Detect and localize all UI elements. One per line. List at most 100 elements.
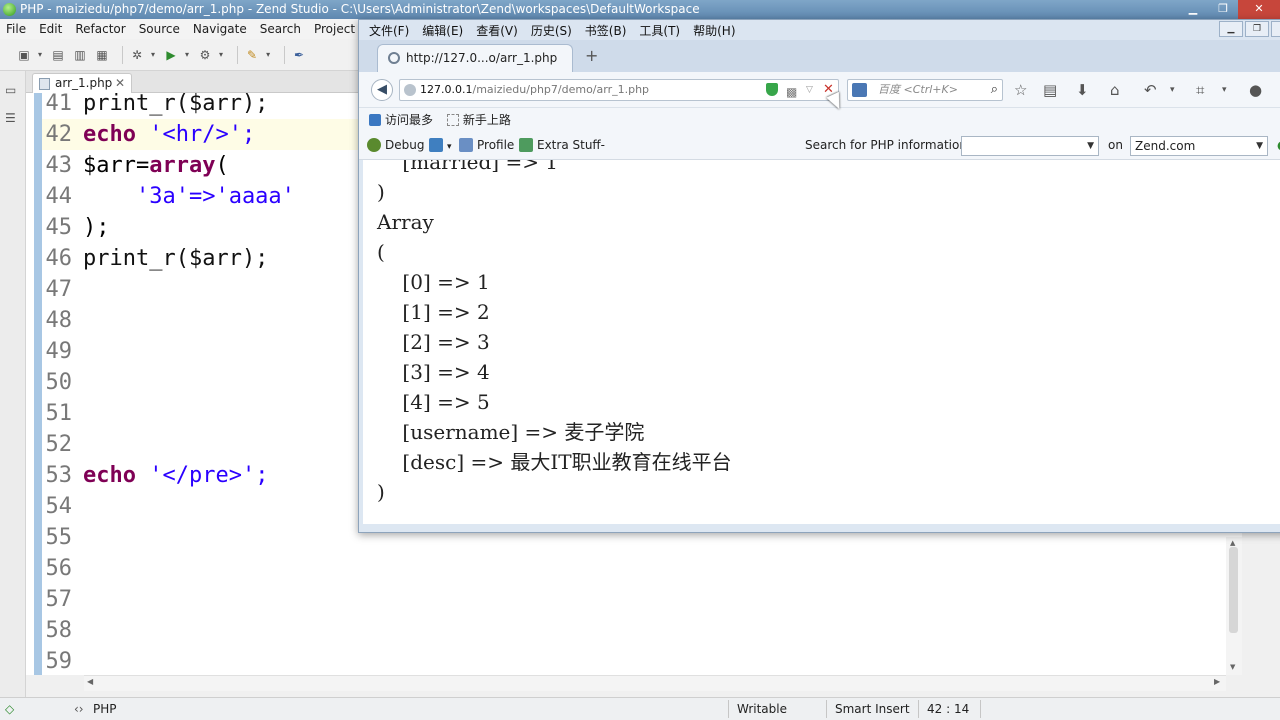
menu-navigate[interactable]: Navigate (193, 22, 247, 36)
scroll-right-icon[interactable]: ▶ (1214, 677, 1220, 686)
undo-icon[interactable]: ↶ (1144, 81, 1157, 99)
menu-source[interactable]: Source (139, 22, 180, 36)
browser-close-icon[interactable]: ✕ (1271, 21, 1280, 37)
search-placeholder: 百度 <Ctrl+K> (878, 83, 958, 96)
status-insert-mode: Smart Insert (835, 702, 910, 716)
save-icon[interactable]: ▤ (50, 47, 66, 63)
toolbar-separator (122, 45, 124, 64)
browser-menu-view[interactable]: 查看(V) (476, 22, 518, 39)
tab-close-icon[interactable]: ✕ (115, 74, 125, 93)
search-site-select[interactable]: Zend.com ▼ (1130, 136, 1268, 156)
browser-menu-history[interactable]: 历史(S) (531, 22, 572, 39)
zend-extra-label: Extra Stuff- (537, 138, 606, 152)
site-info-icon[interactable] (404, 84, 416, 96)
code-line[interactable]: 58 (42, 615, 1242, 646)
chat-icon[interactable]: ● (1249, 81, 1262, 99)
debug-icon[interactable]: ✲ (129, 47, 145, 63)
status-breadcrumb[interactable]: PHP (93, 698, 117, 720)
restore-view-icon[interactable]: ▭ (5, 83, 21, 99)
menu-project[interactable]: Project (314, 22, 355, 36)
zend-debug-button[interactable]: Debug (367, 132, 424, 159)
minimize-icon[interactable]: ▁ (1178, 0, 1208, 19)
code-line[interactable]: 57 (42, 584, 1242, 615)
new-tab-icon[interactable]: + (585, 46, 598, 65)
scroll-down-icon[interactable]: ▼ (1230, 663, 1235, 671)
menu-search[interactable]: Search (260, 22, 301, 36)
chevron-down-icon[interactable]: ▼ (1256, 137, 1263, 155)
browser-tab-active[interactable]: http://127.0...o/arr_1.php (377, 44, 573, 72)
browser-maximize-icon[interactable]: ❐ (1245, 21, 1269, 37)
code-token: print_r($arr); (83, 93, 269, 116)
editor-vertical-scrollbar[interactable]: ▲ ▼ (1226, 537, 1242, 675)
home-icon[interactable]: ⌂ (1110, 81, 1120, 99)
zend-extra-button[interactable]: Extra Stuff- (519, 132, 605, 159)
print-icon[interactable]: ▦ (94, 47, 110, 63)
new-file-icon[interactable]: ▣ (16, 47, 32, 63)
code-line[interactable]: 59 (42, 646, 1242, 675)
chevron-down-icon[interactable]: ▼ (1087, 137, 1094, 155)
qr-code-icon[interactable]: ▩ (786, 82, 797, 102)
browser-menu-bookmarks[interactable]: 书签(B) (585, 22, 627, 39)
zend-profile-label: Profile (477, 138, 515, 152)
security-shield-icon[interactable] (766, 83, 778, 96)
browser-menu-file[interactable]: 文件(F) (369, 22, 409, 39)
debug-dropdown-icon[interactable]: ▾ (151, 50, 155, 59)
code-token: $arr= (83, 153, 150, 178)
url-dropdown-icon[interactable]: ▽ (806, 80, 813, 100)
browser-menu-tools[interactable]: 工具(T) (639, 22, 680, 39)
browser-menu-edit[interactable]: 编辑(E) (422, 22, 463, 39)
editor-horizontal-scrollbar[interactable]: ◀ ▶ (84, 675, 1226, 691)
bookmark-getting-started[interactable]: 新手上路 (463, 113, 511, 127)
undo-dropdown-icon[interactable]: ▾ (1170, 85, 1175, 95)
search-box[interactable]: 百度 <Ctrl+K> ⌕ (847, 79, 1003, 101)
status-separator (918, 700, 919, 718)
scroll-up-icon[interactable]: ▲ (1230, 539, 1235, 547)
ide-left-trim: ▭ ☰ (0, 71, 26, 697)
brush-dropdown-icon[interactable]: ▾ (266, 50, 270, 59)
run-dropdown-icon[interactable]: ▾ (185, 50, 189, 59)
bookmarks-list-icon[interactable]: ▤ (1043, 81, 1057, 99)
output-line: ) (377, 180, 385, 204)
menu-file[interactable]: File (6, 22, 26, 36)
run-icon[interactable]: ▶ (163, 47, 179, 63)
output-line: [desc] => 最大IT职业教育在线平台 (377, 450, 732, 474)
download-icon[interactable]: ⬇ (1076, 81, 1089, 99)
zend-page-dropdown-icon[interactable]: ▾ (447, 142, 452, 152)
maximize-icon[interactable]: ❐ (1208, 0, 1238, 19)
menu-edit[interactable]: Edit (39, 22, 62, 36)
back-arrow-icon[interactable]: ◀ (371, 79, 393, 101)
browser-window: 文件(F) 编辑(E) 查看(V) 历史(S) 书签(B) 工具(T) 帮助(H… (358, 19, 1280, 533)
code-token: ); (83, 215, 110, 240)
pin-icon[interactable]: ✒ (291, 47, 307, 63)
crop-dropdown-icon[interactable]: ▾ (1222, 85, 1227, 95)
code-token: echo (83, 122, 136, 147)
browser-menu-help[interactable]: 帮助(H) (693, 22, 735, 39)
page-content: [married] => 1) Array( [0] => 1 [1] => 2 … (363, 160, 1280, 524)
external-tools-icon[interactable]: ⚙ (197, 47, 213, 63)
zend-profile-button[interactable]: Profile (459, 132, 514, 159)
code-line[interactable]: 56 (42, 553, 1242, 584)
scrollbar-thumb[interactable] (1229, 547, 1238, 633)
brush-icon[interactable]: ✎ (244, 47, 260, 63)
new-dropdown-icon[interactable]: ▾ (38, 50, 42, 59)
save-all-icon[interactable]: ▥ (72, 47, 88, 63)
outline-view-icon[interactable]: ☰ (5, 111, 21, 127)
browser-minimize-icon[interactable]: ▁ (1219, 21, 1243, 37)
close-icon[interactable]: ✕ (1238, 0, 1280, 19)
bookmark-star-icon[interactable]: ☆ (1014, 81, 1027, 99)
tools-dropdown-icon[interactable]: ▾ (219, 50, 223, 59)
line-number: 57 (45, 587, 73, 612)
search-engine-icon[interactable] (852, 83, 867, 97)
scroll-left-icon[interactable]: ◀ (87, 677, 93, 686)
code-token: array (149, 153, 216, 178)
output-line: [married] => 1 (377, 160, 559, 174)
magnifier-icon[interactable]: ⌕ (991, 80, 998, 100)
crop-icon[interactable]: ⌗ (1196, 81, 1204, 99)
editor-tab-arr1[interactable]: arr_1.php ✕ (32, 73, 132, 93)
zend-page-icon-button[interactable]: ▾ (429, 132, 452, 161)
toolbar-separator (284, 45, 286, 64)
menu-refactor[interactable]: Refactor (75, 22, 125, 36)
bookmark-most-visited[interactable]: 访问最多 (385, 113, 433, 127)
php-search-input[interactable]: ▼ (961, 136, 1099, 156)
url-bar[interactable]: 127.0.0.1/maiziedu/php7/demo/arr_1.php ▩… (399, 79, 839, 101)
